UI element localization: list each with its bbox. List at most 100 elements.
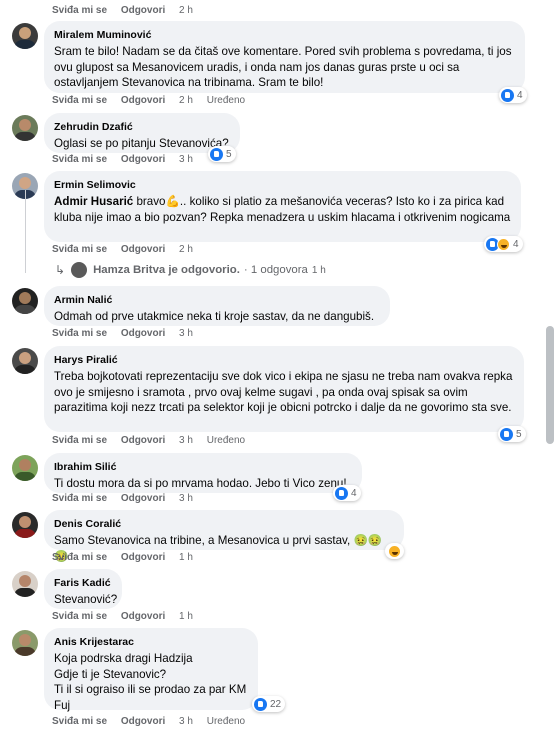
reaction-count: 22: [270, 698, 282, 710]
reply-link[interactable]: Odgovori: [121, 244, 165, 255]
reaction-count: 4: [513, 238, 519, 250]
reaction-summary[interactable]: [385, 543, 404, 559]
avatar[interactable]: [12, 348, 38, 374]
comment-bubble: Ibrahim Silić Ti dostu mora da si po mrv…: [44, 453, 362, 493]
comment-author[interactable]: Ermin Selimovic: [54, 178, 511, 192]
comment-time[interactable]: 2 h: [179, 95, 193, 106]
comment-author[interactable]: Armin Nalić: [54, 293, 380, 307]
comment-author[interactable]: Harys Piralić: [54, 353, 514, 367]
comment-bubble: Anis Krijestarac Koja podrska dragi Hadz…: [44, 628, 258, 712]
like-link[interactable]: Sviđa mi se: [52, 435, 107, 446]
comment-bubble: Miralem Muminović Sram te bilo! Nadam se…: [44, 21, 525, 93]
comment-time[interactable]: 3 h: [179, 154, 193, 165]
comment-author[interactable]: Zehrudin Dzafić: [54, 120, 230, 134]
haha-icon: [388, 544, 401, 558]
avatar: [71, 262, 88, 278]
reaction-summary[interactable]: 5: [498, 426, 526, 442]
like-link[interactable]: Sviđa mi se: [52, 5, 107, 16]
reply-link[interactable]: Odgovori: [121, 435, 165, 446]
view-replies-link[interactable]: ↳ Hamza Britva je odgovorio. · 1 odgovor…: [55, 262, 326, 278]
reply-count[interactable]: · 1 odgovora: [244, 264, 308, 276]
like-icon: [335, 486, 348, 500]
like-link[interactable]: Sviđa mi se: [52, 244, 107, 255]
reaction-summary[interactable]: 4: [333, 485, 361, 501]
comment-text: Oglasi se po pitanju Stevanovića?: [54, 137, 229, 150]
like-icon: [210, 147, 223, 161]
edited-label: Uređeno: [206, 435, 246, 446]
reaction-count: 5: [516, 428, 522, 440]
comment-actions: Sviđa mi se Odgovori 1 h: [52, 552, 204, 564]
comment-time[interactable]: 1 h: [179, 552, 193, 563]
reaction-summary[interactable]: 4: [484, 236, 523, 252]
reaction-count: 4: [351, 487, 357, 499]
reply-link[interactable]: Odgovori: [121, 716, 165, 727]
like-link[interactable]: Sviđa mi se: [52, 328, 107, 339]
reply-link[interactable]: Odgovori: [121, 5, 165, 16]
comment-bubble: Harys Piralić Treba bojkotovati reprezen…: [44, 346, 524, 432]
reply-thread-line: [25, 190, 26, 273]
comments-feed: Sviđa mi se Odgovori 2 h Miralem Muminov…: [0, 0, 540, 734]
avatar[interactable]: [12, 288, 38, 314]
comment-actions: Sviđa mi se Odgovori 3 h: [52, 328, 204, 340]
avatar[interactable]: [12, 115, 38, 141]
comment-text: Stevanović?: [54, 593, 118, 606]
comment-time[interactable]: 3 h: [179, 435, 193, 446]
avatar[interactable]: [12, 455, 38, 481]
comment-time[interactable]: 2 h: [179, 5, 193, 16]
comment-text: Sram te bilo! Nadam se da čitaš ove kome…: [54, 45, 512, 89]
scrollbar[interactable]: [542, 0, 558, 734]
comment-bubble: Armin Nalić Odmah od prve utakmice neka …: [44, 286, 390, 326]
comment-text: Odmah od prve utakmice neka ti kroje sas…: [54, 310, 375, 323]
mention-link[interactable]: Admir Husarić: [54, 195, 133, 208]
comment-time[interactable]: 3 h: [179, 716, 193, 727]
comment-text: Treba bojkotovati reprezentaciju sve dok…: [54, 370, 513, 414]
comment-bubble: Ermin Selimovic Admir Husarić bravo💪.. k…: [44, 171, 521, 242]
like-link[interactable]: Sviđa mi se: [52, 552, 107, 563]
like-icon: [501, 88, 514, 102]
reply-summary-text[interactable]: Hamza Britva je odgovorio.: [93, 264, 240, 276]
comment-author[interactable]: Ibrahim Silić: [54, 460, 352, 474]
reply-link[interactable]: Odgovori: [121, 611, 165, 622]
comment-actions: Sviđa mi se Odgovori 2 h Uređeno: [52, 95, 256, 107]
comment-actions: Sviđa mi se Odgovori 3 h: [52, 154, 204, 166]
reply-link[interactable]: Odgovori: [121, 154, 165, 165]
reply-link[interactable]: Odgovori: [121, 328, 165, 339]
haha-icon: [497, 237, 510, 251]
reaction-summary[interactable]: 5: [208, 146, 236, 162]
comment-author[interactable]: Miralem Muminović: [54, 28, 515, 42]
avatar[interactable]: [12, 512, 38, 538]
comment-time[interactable]: 2 h: [179, 244, 193, 255]
comment-author[interactable]: Faris Kadić: [54, 576, 112, 590]
comment-author[interactable]: Anis Krijestarac: [54, 635, 248, 649]
reply-link[interactable]: Odgovori: [121, 95, 165, 106]
comment-bubble: Denis Coralić Samo Stevanovica na tribin…: [44, 510, 404, 563]
reply-link[interactable]: Odgovori: [121, 493, 165, 504]
avatar[interactable]: [12, 571, 38, 597]
like-link[interactable]: Sviđa mi se: [52, 493, 107, 504]
avatar[interactable]: [12, 23, 38, 49]
comment-time[interactable]: 3 h: [179, 493, 193, 504]
edited-label: Uređeno: [206, 716, 246, 727]
like-icon: [254, 697, 267, 711]
reaction-summary[interactable]: 4: [499, 87, 527, 103]
reply-link[interactable]: Odgovori: [121, 552, 165, 563]
reply-arrow-icon: ↳: [55, 263, 66, 277]
like-link[interactable]: Sviđa mi se: [52, 95, 107, 106]
reaction-summary[interactable]: 22: [252, 696, 286, 712]
like-link[interactable]: Sviđa mi se: [52, 716, 107, 727]
edited-label: Uređeno: [206, 95, 246, 106]
comment-text-line: Fuj: [54, 698, 71, 712]
comment-actions: Sviđa mi se Odgovori 3 h Uređeno: [52, 435, 256, 447]
comment-text-line: Koja podrska dragi Hadzija: [54, 652, 193, 665]
reaction-count: 4: [517, 89, 523, 101]
like-link[interactable]: Sviđa mi se: [52, 154, 107, 165]
scrollbar-thumb[interactable]: [546, 326, 554, 444]
comment-text-line: Ti il si ograiso ili se prodao za par KM: [54, 683, 247, 696]
comment-actions: Sviđa mi se Odgovori 1 h: [52, 611, 204, 623]
comment-time[interactable]: 3 h: [179, 328, 193, 339]
comment-author[interactable]: Denis Coralić: [54, 517, 394, 531]
comment-time[interactable]: 1 h: [179, 611, 193, 622]
reply-time: 1 h: [311, 264, 326, 276]
avatar[interactable]: [12, 630, 38, 656]
like-link[interactable]: Sviđa mi se: [52, 611, 107, 622]
